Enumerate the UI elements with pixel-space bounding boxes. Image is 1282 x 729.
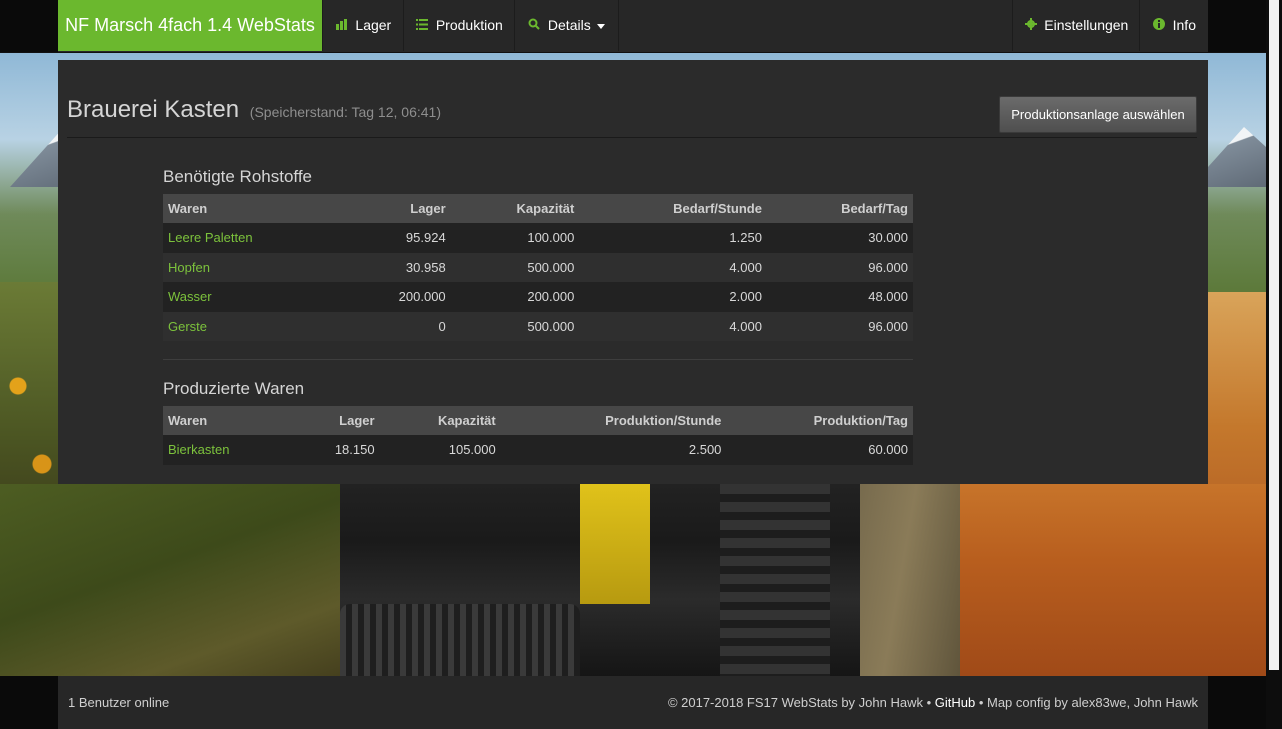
search-icon bbox=[528, 18, 544, 33]
cell-bedarf-stunde: 4.000 bbox=[579, 311, 767, 341]
cell-bedarf-tag: 48.000 bbox=[766, 282, 913, 312]
cell-kapazitaet: 100.000 bbox=[450, 223, 580, 253]
cell-lager: 30.958 bbox=[342, 252, 451, 282]
footer-right-gutter bbox=[1208, 676, 1266, 729]
outputs-table-header: Waren Lager Kapazität Produktion/Stunde … bbox=[163, 406, 913, 435]
copyright-text: © 2017-2018 FS17 WebStats by John Hawk • bbox=[667, 695, 935, 710]
tractor-image bbox=[340, 484, 860, 676]
list-icon bbox=[416, 18, 432, 33]
nav-produktion[interactable]: Produktion bbox=[403, 0, 515, 51]
cell-produktion-tag: 60.000 bbox=[726, 435, 913, 465]
nav-details-dropdown[interactable]: Details bbox=[514, 0, 619, 51]
page-title: Brauerei Kasten (Speicherstand: Tag 12, … bbox=[67, 96, 441, 124]
cell-lager: 18.150 bbox=[290, 435, 380, 465]
cell-kapazitaet: 105.000 bbox=[379, 435, 501, 465]
footer: 1 Benutzer online © 2017-2018 FS17 WebSt… bbox=[0, 676, 1266, 729]
col-header[interactable]: Lager bbox=[342, 194, 451, 223]
table-row: Gerste 0 500.000 4.000 96.000 bbox=[163, 311, 913, 341]
tractor-track bbox=[720, 484, 830, 676]
cell-kapazitaet: 200.000 bbox=[450, 282, 580, 312]
cell-bedarf-tag: 96.000 bbox=[766, 252, 913, 282]
nav-info[interactable]: Info bbox=[1139, 0, 1209, 51]
outputs-section-title: Produzierte Waren bbox=[163, 379, 305, 398]
github-link[interactable]: GitHub bbox=[935, 695, 975, 710]
inputs-table: Waren Lager Kapazität Bedarf/Stunde Beda… bbox=[163, 194, 913, 341]
nav-einstellungen[interactable]: Einstellungen bbox=[1012, 0, 1140, 51]
ware-link[interactable]: Wasser bbox=[168, 289, 212, 304]
tractor-body bbox=[580, 484, 650, 604]
navbar-right-gutter bbox=[1208, 0, 1266, 52]
section-divider bbox=[163, 359, 913, 360]
brand-link[interactable]: NF Marsch 4fach 1.4 WebStats bbox=[58, 0, 322, 51]
col-header[interactable]: Bedarf/Tag bbox=[766, 194, 913, 223]
nav-einstellungen-label: Einstellungen bbox=[1044, 17, 1129, 33]
main-panel: Brauerei Kasten (Speicherstand: Tag 12, … bbox=[58, 60, 1208, 484]
golden-field bbox=[960, 484, 1266, 676]
ware-link[interactable]: Bierkasten bbox=[168, 442, 229, 457]
info-circle-icon bbox=[1153, 18, 1169, 33]
nav-details-label: Details bbox=[547, 17, 591, 33]
cell-bedarf-stunde: 4.000 bbox=[579, 252, 767, 282]
inputs-table-header: Waren Lager Kapazität Bedarf/Stunde Beda… bbox=[163, 194, 913, 223]
caret-down-icon bbox=[596, 23, 605, 29]
cell-produktion-stunde: 2.500 bbox=[500, 435, 727, 465]
navbar: NF Marsch 4fach 1.4 WebStats Lager Produ… bbox=[0, 0, 1266, 53]
table-row: Wasser 200.000 200.000 2.000 48.000 bbox=[163, 282, 913, 312]
cell-bedarf-tag: 30.000 bbox=[766, 223, 913, 253]
map-config-text: • Map config by alex83we, John Hawk bbox=[975, 695, 1198, 710]
ware-link[interactable]: Leere Paletten bbox=[168, 230, 253, 245]
select-production-button[interactable]: Produktionsanlage auswählen bbox=[999, 96, 1197, 133]
nav-info-label: Info bbox=[1172, 17, 1196, 33]
ware-link[interactable]: Gerste bbox=[168, 319, 207, 334]
nav-produktion-label: Produktion bbox=[435, 17, 503, 33]
cell-bedarf-tag: 96.000 bbox=[766, 311, 913, 341]
scrollbar[interactable] bbox=[1266, 0, 1282, 729]
ware-link[interactable]: Hopfen bbox=[168, 260, 210, 275]
table-row: Bierkasten 18.150 105.000 2.500 60.000 bbox=[163, 435, 913, 465]
nav-lager[interactable]: Lager bbox=[322, 0, 404, 51]
cell-bedarf-stunde: 2.000 bbox=[579, 282, 767, 312]
col-header[interactable]: Kapazität bbox=[450, 194, 580, 223]
inputs-section-title: Benötigte Rohstoffe bbox=[163, 167, 313, 186]
gear-icon bbox=[1024, 18, 1041, 33]
col-header[interactable]: Produktion/Tag bbox=[726, 406, 913, 435]
col-header[interactable]: Kapazität bbox=[379, 406, 501, 435]
col-header[interactable]: Waren bbox=[163, 406, 291, 435]
users-online: 1 Benutzer online bbox=[68, 695, 170, 710]
col-header[interactable]: Produktion/Stunde bbox=[500, 406, 727, 435]
footer-credits: © 2017-2018 FS17 WebStats by John Hawk •… bbox=[668, 695, 1198, 710]
table-row: Leere Paletten 95.924 100.000 1.250 30.0… bbox=[163, 223, 913, 253]
navbar-left-gutter bbox=[0, 0, 58, 52]
col-header[interactable]: Waren bbox=[163, 194, 343, 223]
cell-kapazitaet: 500.000 bbox=[450, 252, 580, 282]
scrollbar-thumb[interactable] bbox=[1269, 0, 1279, 670]
nav-lager-label: Lager bbox=[355, 17, 392, 33]
col-header[interactable]: Bedarf/Stunde bbox=[579, 194, 767, 223]
page-header: Brauerei Kasten (Speicherstand: Tag 12, … bbox=[67, 96, 1197, 138]
page-title-text: Brauerei Kasten bbox=[67, 96, 240, 123]
footer-left-gutter bbox=[0, 676, 58, 729]
outputs-table: Waren Lager Kapazität Produktion/Stunde … bbox=[163, 406, 913, 465]
table-row: Hopfen 30.958 500.000 4.000 96.000 bbox=[163, 252, 913, 282]
front-weight bbox=[340, 604, 580, 676]
cell-kapazitaet: 500.000 bbox=[450, 311, 580, 341]
cell-lager: 200.000 bbox=[342, 282, 451, 312]
cell-lager: 0 bbox=[342, 311, 451, 341]
col-header[interactable]: Lager bbox=[290, 406, 380, 435]
cell-bedarf-stunde: 1.250 bbox=[579, 223, 767, 253]
save-state-subtitle: (Speicherstand: Tag 12, 06:41) bbox=[249, 104, 441, 120]
bar-chart-icon bbox=[335, 18, 352, 33]
cell-lager: 95.924 bbox=[342, 223, 451, 253]
